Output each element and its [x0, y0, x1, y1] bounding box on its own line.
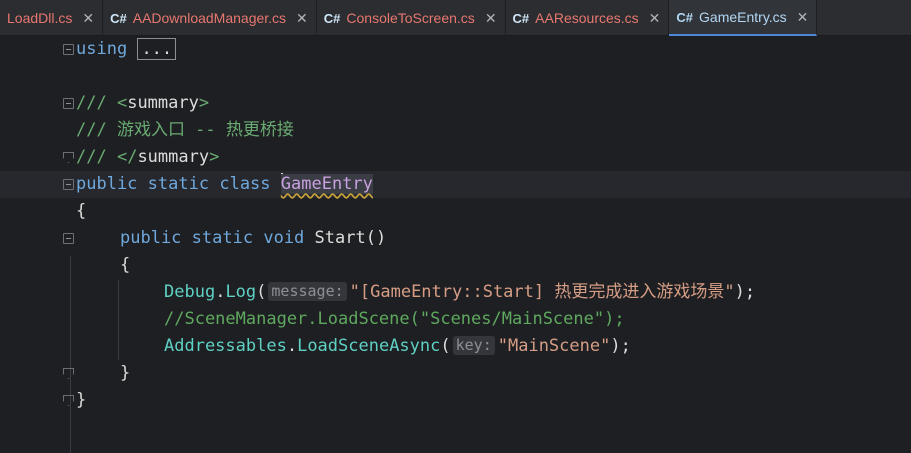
csharp-file-icon: C# — [110, 10, 127, 26]
doc-tag: > — [209, 147, 220, 167]
method-call: LoadSceneAsync — [297, 336, 441, 356]
fold-end-icon[interactable] — [63, 368, 74, 379]
statement-end: ); — [610, 336, 631, 356]
brace: } — [76, 390, 87, 410]
keyword: class — [219, 174, 271, 194]
fold-toggle-icon[interactable] — [63, 179, 74, 190]
doc-tag-name: summary — [127, 93, 199, 113]
dot: . — [215, 282, 226, 302]
collapsed-region[interactable]: ... — [137, 38, 177, 60]
code-editor[interactable]: using ... /// <summary> /// 游戏入口 -- 热更桥接… — [0, 36, 911, 453]
fold-end-icon[interactable] — [63, 395, 74, 406]
csharp-file-icon: C# — [512, 10, 530, 26]
tab-consoletoscreen-cs[interactable]: C# ConsoleToScreen.cs ✕ — [317, 0, 506, 36]
keyword: public — [120, 228, 182, 248]
fold-toggle-icon[interactable] — [63, 44, 74, 55]
line-comment: //SceneManager.LoadScene("Scenes/MainSce… — [164, 309, 625, 329]
method-call: Log — [225, 282, 257, 302]
keyword: public — [76, 174, 138, 194]
fold-toggle-icon[interactable] — [63, 98, 74, 109]
doc-tag: > — [198, 93, 210, 113]
parens: () — [365, 228, 387, 248]
close-icon[interactable]: ✕ — [82, 11, 94, 25]
method-name: Start — [314, 228, 366, 248]
tab-gameentry-cs[interactable]: C# GameEntry.cs ✕ — [669, 0, 818, 36]
brace: { — [120, 255, 131, 275]
csharp-file-icon: C# — [323, 10, 341, 26]
code-line-class-decl[interactable]: public static class GameEntry — [0, 171, 911, 198]
code-line-method-brace-open[interactable]: { — [0, 252, 911, 279]
code-line-method-brace-close[interactable]: } — [0, 360, 911, 387]
brace: { — [76, 201, 87, 221]
fold-toggle-icon[interactable] — [63, 233, 74, 244]
tab-label: ConsoleToScreen.cs — [346, 10, 475, 26]
doc-comment: /// — [76, 93, 117, 113]
paren: ( — [440, 336, 451, 356]
tab-label: AAResources.cs — [535, 10, 639, 26]
keyword: void — [263, 228, 305, 248]
tab-aaresources-cs[interactable]: C# AAResources.cs ✕ — [506, 0, 670, 36]
close-icon[interactable]: ✕ — [649, 11, 661, 25]
fold-end-icon[interactable] — [63, 152, 74, 163]
editor-tab-bar: LoadDll.cs ✕ C# AADownloadManager.cs ✕ C# Cons… — [0, 0, 911, 36]
doc-tag: < — [116, 93, 128, 113]
keyword: static — [147, 174, 210, 194]
tab-label: LoadDll.cs — [7, 10, 73, 26]
close-icon[interactable]: ✕ — [296, 11, 308, 25]
doc-tag: </ — [116, 147, 138, 167]
dot: . — [286, 336, 298, 356]
statement-end: ); — [734, 282, 756, 302]
tab-aadownloadmanager-cs[interactable]: C# AADownloadManager.cs ✕ — [103, 0, 317, 36]
doc-comment: /// 游戏入口 -- 热更桥接 — [76, 120, 294, 140]
keyword: using — [76, 39, 128, 59]
csharp-file-icon: C# — [676, 9, 694, 25]
code-line-comment[interactable]: //SceneManager.LoadScene("Scenes/MainSce… — [0, 306, 911, 333]
code-line-using[interactable]: using ... — [0, 36, 911, 63]
string-literal: "[GameEntry::Start] 热更完成进入游戏场景" — [349, 282, 735, 302]
code-line-brace-open[interactable]: { — [0, 198, 911, 225]
close-icon[interactable]: ✕ — [485, 11, 497, 25]
type-name: Debug — [164, 282, 216, 302]
tab-loaddll-cs[interactable]: LoadDll.cs ✕ — [0, 0, 104, 36]
tab-label: AADownloadManager.cs — [132, 10, 287, 26]
paren: ( — [256, 282, 267, 302]
tab-label: GameEntry.cs — [699, 9, 787, 25]
string-literal: "MainScene" — [497, 336, 611, 356]
class-name[interactable]: GameEntry — [280, 174, 373, 194]
close-icon[interactable]: ✕ — [797, 10, 809, 24]
keyword: static — [191, 228, 254, 248]
brace: } — [120, 363, 131, 383]
doc-tag-name: summary — [137, 147, 210, 167]
code-line-debug-log[interactable]: Debug.Log(message: "[GameEntry::Start] 热更… — [0, 279, 911, 306]
parameter-hint: message: — [268, 282, 347, 301]
code-line-doc-text[interactable]: /// 游戏入口 -- 热更桥接 — [0, 117, 911, 144]
code-line-load-scene[interactable]: Addressables.LoadSceneAsync(key: "MainSce… — [0, 333, 911, 360]
type-name: Addressables — [164, 336, 287, 356]
code-line-brace-close[interactable]: } — [0, 387, 911, 414]
code-line-doc-close[interactable]: /// </summary> — [0, 144, 911, 171]
code-line-method-decl[interactable]: public static void Start() — [0, 225, 911, 252]
code-line-doc-open[interactable]: /// <summary> — [0, 90, 911, 117]
parameter-hint: key: — [452, 336, 495, 355]
doc-comment: /// — [76, 147, 117, 167]
